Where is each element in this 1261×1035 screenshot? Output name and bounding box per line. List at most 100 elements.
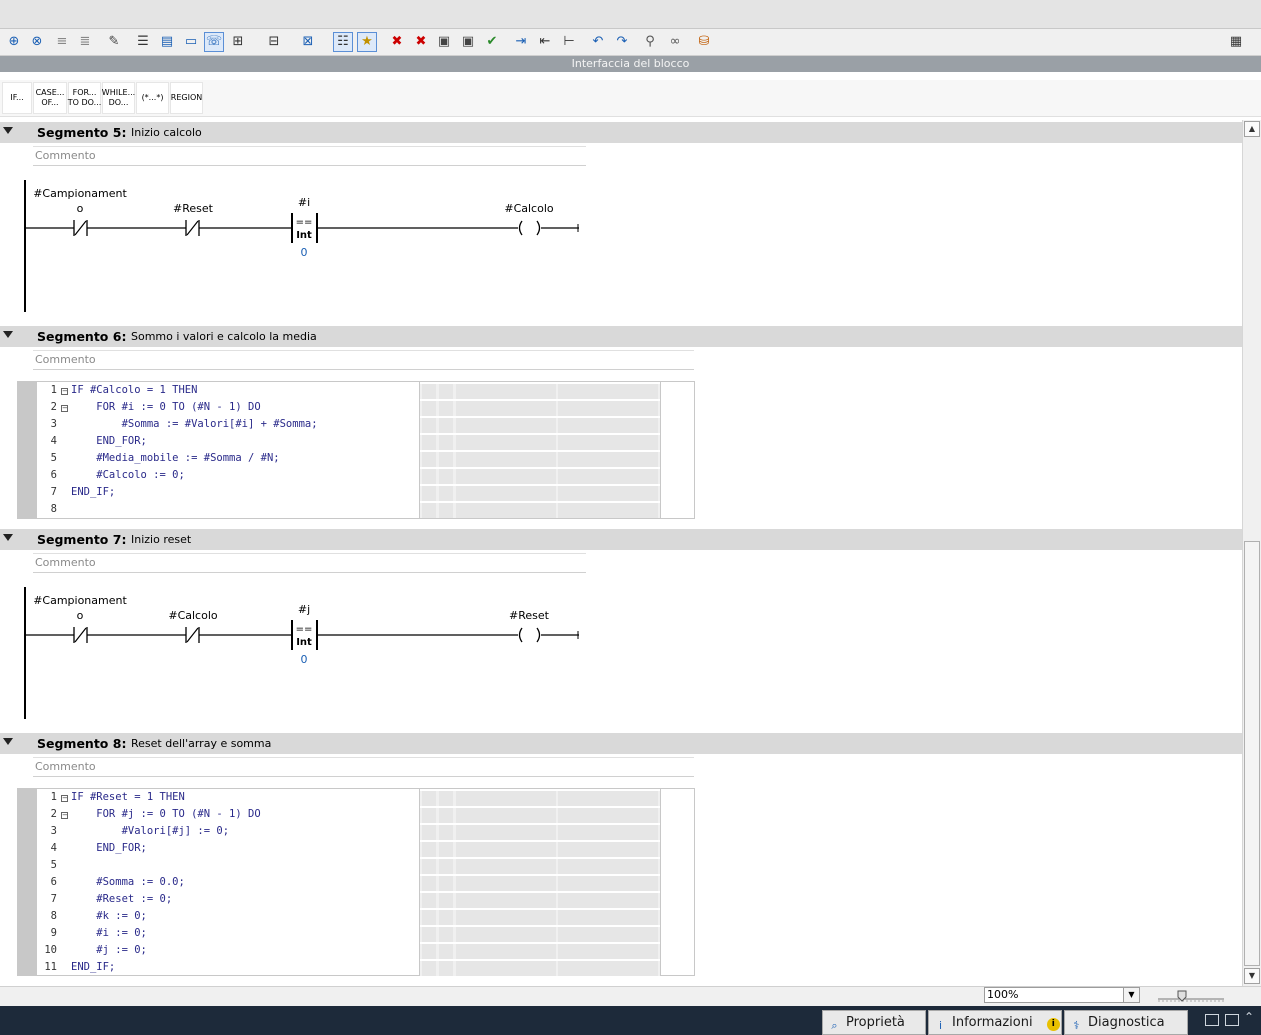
segment-header[interactable]: Segmento 6: Sommo i valori e calcolo la … bbox=[0, 326, 1242, 347]
edit-icon[interactable]: ✎ bbox=[104, 32, 124, 52]
segment-name[interactable]: Sommo i valori e calcolo la media bbox=[131, 329, 317, 345]
scl-region-button[interactable]: REGION bbox=[170, 82, 203, 114]
code-line[interactable]: END_FOR; bbox=[71, 435, 147, 447]
indent-icon[interactable]: ⇥ bbox=[511, 32, 531, 52]
code-line[interactable]: #Reset := 0; bbox=[71, 893, 172, 905]
code-line[interactable]: #Calcolo := 0; bbox=[71, 469, 185, 481]
panel-toggle-icon[interactable]: ▦ bbox=[1226, 32, 1246, 52]
line-number: 7 bbox=[50, 486, 57, 498]
nc-contact[interactable] bbox=[73, 220, 88, 236]
nc-contact[interactable] bbox=[185, 627, 200, 643]
code-line[interactable]: IF #Calcolo = 1 THEN bbox=[71, 384, 197, 396]
segment-comment[interactable]: Commento bbox=[33, 553, 586, 573]
zoom-slider[interactable] bbox=[1158, 989, 1224, 1003]
fold-toggle-icon[interactable]: − bbox=[61, 405, 68, 412]
delete-network-icon[interactable]: ⊗ bbox=[27, 32, 47, 52]
collapse-triangle-icon[interactable] bbox=[3, 738, 13, 745]
box-icon[interactable]: ▭ bbox=[181, 32, 201, 52]
goto-next-icon[interactable]: ↷ bbox=[612, 32, 632, 52]
title-strip bbox=[0, 0, 1261, 29]
fold-toggle-icon[interactable]: − bbox=[61, 812, 68, 819]
tab-info[interactable]: i Informazioni i bbox=[928, 1010, 1062, 1035]
scl-if-button[interactable]: IF... bbox=[2, 82, 32, 114]
monitor-icon[interactable]: ▣ bbox=[434, 32, 454, 52]
window-icon[interactable]: ▤ bbox=[157, 32, 177, 52]
scl-code-editor[interactable]: − − 1 2 3 4 5 6 7 8 IF #Calcolo = 1 THEN… bbox=[17, 381, 695, 519]
insert-row-icon[interactable]: ≡ bbox=[52, 32, 72, 52]
segment-header[interactable]: Segmento 7: Inizio reset bbox=[0, 529, 1242, 550]
list-view-icon[interactable]: ☷ bbox=[333, 32, 353, 52]
contact-icon[interactable]: ⊞ bbox=[228, 32, 248, 52]
fold-toggle-icon[interactable]: − bbox=[61, 388, 68, 395]
segment-name[interactable]: Inizio reset bbox=[131, 532, 191, 548]
segment-comment[interactable]: Commento bbox=[33, 350, 694, 370]
zoom-value: 100% bbox=[987, 988, 1019, 1001]
segment-name[interactable]: Inizio calcolo bbox=[131, 125, 202, 141]
line-number: 8 bbox=[50, 503, 57, 515]
check-icon[interactable]: ✔ bbox=[482, 32, 502, 52]
coil-icon[interactable]: ⊟ bbox=[264, 32, 284, 52]
code-line[interactable]: #j := 0; bbox=[71, 944, 147, 956]
split-icon[interactable] bbox=[1225, 1014, 1239, 1026]
coil[interactable] bbox=[518, 220, 541, 236]
code-line[interactable]: #k := 0; bbox=[71, 910, 147, 922]
segment-name[interactable]: Reset dell'array e somma bbox=[131, 736, 271, 752]
scl-for-button[interactable]: FOR... TO DO... bbox=[68, 82, 101, 114]
code-line[interactable]: END_IF; bbox=[71, 961, 115, 973]
monitor-all-icon[interactable]: ▣ bbox=[458, 32, 478, 52]
zoom-select[interactable]: 100% ▼ bbox=[984, 987, 1140, 1003]
glasses-icon[interactable]: ∞ bbox=[665, 32, 685, 52]
code-line[interactable]: #i := 0; bbox=[71, 927, 147, 939]
collapse-triangle-icon[interactable] bbox=[3, 534, 13, 541]
nc-contact[interactable] bbox=[185, 220, 200, 236]
db-icon[interactable]: ⛁ bbox=[694, 32, 714, 52]
list-icon[interactable]: ☰ bbox=[133, 32, 153, 52]
collapse-icon[interactable]: ⌃ bbox=[1244, 1010, 1254, 1024]
outdent-icon[interactable]: ⇤ bbox=[535, 32, 555, 52]
code-line[interactable]: #Valori[#j] := 0; bbox=[71, 825, 229, 837]
segment-header[interactable]: Segmento 8: Reset dell'array e somma bbox=[0, 733, 1242, 754]
goto-prev-icon[interactable]: ↶ bbox=[588, 32, 608, 52]
scroll-up-icon[interactable]: ▲ bbox=[1244, 121, 1260, 137]
speech-icon[interactable]: ☏ bbox=[204, 32, 224, 52]
code-line[interactable]: FOR #i := 0 TO (#N - 1) DO bbox=[71, 401, 260, 413]
tree-icon[interactable]: ⊢ bbox=[559, 32, 579, 52]
tab-diagnostics[interactable]: ⚕ Diagnostica bbox=[1064, 1010, 1188, 1035]
scl-comment-button[interactable]: (*...*) bbox=[136, 82, 169, 114]
code-line[interactable]: END_FOR; bbox=[71, 842, 147, 854]
scroll-down-icon[interactable]: ▼ bbox=[1244, 968, 1260, 984]
add-row-icon[interactable]: ≣ bbox=[75, 32, 95, 52]
code-line[interactable]: END_IF; bbox=[71, 486, 115, 498]
scl-code-editor[interactable]: − − 1 2 3 4 5 6 7 8 9 10 11 IF #Reset = … bbox=[17, 788, 695, 976]
chevron-down-icon[interactable]: ▼ bbox=[1123, 988, 1139, 1002]
remove-all-icon[interactable]: ✖ bbox=[411, 32, 431, 52]
coil[interactable] bbox=[518, 627, 541, 643]
scl-case-button[interactable]: CASE... OF... bbox=[33, 82, 67, 114]
line-number: 5 bbox=[50, 452, 57, 464]
line-number: 5 bbox=[50, 859, 57, 871]
box-import-icon[interactable]: ⊠ bbox=[298, 32, 318, 52]
nc-contact[interactable] bbox=[73, 627, 88, 643]
line-number: 6 bbox=[50, 469, 57, 481]
block-interface-header[interactable]: Interfaccia del blocco bbox=[0, 56, 1261, 72]
code-line[interactable]: #Somma := 0.0; bbox=[71, 876, 185, 888]
collapse-triangle-icon[interactable] bbox=[3, 331, 13, 338]
vertical-scrollbar[interactable]: ▲ ▼ bbox=[1242, 120, 1261, 986]
code-line[interactable]: #Somma := #Valori[#i] + #Somma; bbox=[71, 418, 318, 430]
scroll-thumb[interactable] bbox=[1244, 541, 1260, 966]
segment-comment[interactable]: Commento bbox=[33, 757, 694, 777]
code-line[interactable]: IF #Reset = 1 THEN bbox=[71, 791, 185, 803]
tab-properties[interactable]: ⌕ Proprietà bbox=[822, 1010, 926, 1035]
scl-while-button[interactable]: WHILE... DO... bbox=[102, 82, 135, 114]
segment-comment[interactable]: Commento bbox=[33, 146, 586, 166]
fold-toggle-icon[interactable]: − bbox=[61, 795, 68, 802]
segment-header[interactable]: Segmento 5: Inizio calcolo bbox=[0, 122, 1242, 143]
watch-icon[interactable]: ⚲ bbox=[640, 32, 660, 52]
collapse-triangle-icon[interactable] bbox=[3, 127, 13, 134]
restore-icon[interactable] bbox=[1205, 1014, 1219, 1026]
insert-network-icon[interactable]: ⊕ bbox=[4, 32, 24, 52]
code-line[interactable]: FOR #j := 0 TO (#N - 1) DO bbox=[71, 808, 260, 820]
remove-icon[interactable]: ✖ bbox=[387, 32, 407, 52]
star-list-icon[interactable]: ★ bbox=[357, 32, 377, 52]
code-line[interactable]: #Media_mobile := #Somma / #N; bbox=[71, 452, 279, 464]
